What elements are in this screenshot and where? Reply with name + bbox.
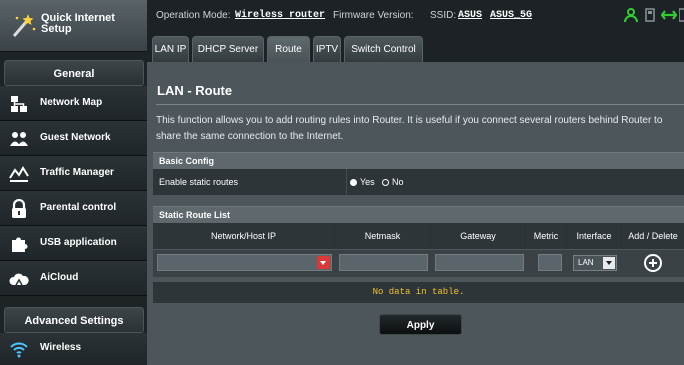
operation-mode-link[interactable]: Wireless router — [235, 10, 325, 21]
metric-input[interactable] — [538, 254, 562, 271]
sidebar-item-network-map[interactable]: Network Map — [0, 86, 147, 121]
gateway-input[interactable] — [435, 254, 524, 271]
sidebar-item-label: Guest Network — [40, 132, 111, 143]
static-route-list-header: Static Route List — [153, 206, 684, 223]
interface-select-value: LAN — [578, 258, 594, 267]
sidebar-item-label: USB application — [40, 237, 117, 248]
lock-icon — [12, 199, 26, 218]
sidebar-item-label: AiCloud — [40, 272, 79, 283]
netmask-input[interactable] — [339, 254, 428, 271]
magic-wand-icon — [12, 14, 36, 37]
interface-select[interactable]: LAN — [573, 255, 617, 271]
column-header-add-delete: Add / Delete — [628, 231, 678, 241]
sidebar-item-traffic-manager[interactable]: Traffic Manager — [0, 156, 147, 191]
column-divider — [346, 169, 347, 195]
tab-lan-ip[interactable]: LAN IP — [152, 36, 189, 62]
network-host-ip-select[interactable] — [157, 254, 332, 271]
wifi-icon — [10, 342, 28, 358]
status-icons — [624, 7, 684, 23]
traffic-manager-icon — [9, 166, 29, 182]
route-input-row: LAN — [153, 250, 684, 277]
sidebar-item-label: Traffic Manager — [40, 167, 114, 178]
sidebar-item-wireless[interactable]: Wireless — [0, 333, 147, 365]
dropdown-arrow-icon[interactable] — [317, 256, 330, 269]
sidebar-item-parental-control[interactable]: Parental control — [0, 191, 147, 226]
dropdown-arrow-icon — [603, 257, 615, 269]
operation-mode-label: Operation Mode: — [156, 10, 231, 21]
tab-route[interactable]: Route — [267, 36, 310, 62]
empty-table-message: No data in table. — [153, 282, 684, 303]
firmware-version-label: Firmware Version: — [333, 10, 414, 21]
sidebar-item-aicloud[interactable]: AiCloud — [0, 261, 147, 296]
quick-internet-setup-button[interactable]: Quick Internet Setup — [0, 0, 147, 52]
tab-iptv[interactable]: IPTV — [313, 36, 341, 62]
page-description: This function allows you to add routing … — [156, 115, 663, 142]
sidebar-item-usb-application[interactable]: USB application — [0, 226, 147, 261]
table-header-row: Network/Host IP Netmask Gateway Metric I… — [153, 223, 684, 249]
ssid-2g-link[interactable]: ASUS — [458, 10, 482, 21]
puzzle-icon — [12, 237, 28, 252]
radio-no[interactable]: No — [382, 177, 404, 187]
sidebar-item-label: Parental control — [40, 202, 117, 213]
enable-static-routes-row: Enable static routes Yes No — [153, 169, 684, 195]
sidebar: Quick Internet Setup General Network Map… — [0, 0, 147, 365]
tab-bar: LAN IP DHCP Server Route IPTV Switch Con… — [147, 34, 684, 62]
radio-yes[interactable]: Yes — [350, 177, 375, 187]
guest-network-icon — [10, 132, 28, 146]
column-header-gateway: Gateway — [431, 223, 526, 249]
title-divider — [156, 104, 684, 105]
content-panel: LAN - Route This function allows you to … — [147, 62, 684, 365]
notification-icon[interactable] — [678, 7, 684, 28]
status-bar: Operation Mode: Wireless router Firmware… — [147, 0, 684, 34]
sidebar-item-guest-network[interactable]: Guest Network — [0, 121, 147, 156]
tab-switch-control[interactable]: Switch Control — [344, 36, 423, 62]
usb-status-icon[interactable] — [644, 7, 656, 28]
quick-internet-setup-label: Quick Internet Setup — [41, 12, 115, 35]
column-header-network-ip: Network/Host IP — [153, 223, 335, 249]
ssid-label: SSID: — [430, 10, 457, 21]
add-route-button[interactable] — [644, 254, 662, 272]
radio-unchecked-icon — [382, 179, 389, 187]
sidebar-item-label: Wireless — [40, 342, 82, 353]
internet-status-icon[interactable] — [660, 7, 678, 28]
sidebar-item-label: Network Map — [40, 97, 103, 108]
page-title: LAN - Route — [157, 83, 233, 98]
apply-button[interactable]: Apply — [379, 314, 462, 335]
column-header-metric: Metric — [526, 223, 567, 249]
general-section-header: General — [4, 60, 144, 86]
network-map-icon — [11, 96, 27, 112]
radio-no-label: No — [392, 177, 404, 187]
radio-checked-icon — [350, 179, 357, 187]
ssid-5g-link[interactable]: ASUS_5G — [490, 10, 532, 21]
tab-dhcp-server[interactable]: DHCP Server — [192, 36, 264, 62]
user-status-icon[interactable] — [624, 7, 638, 28]
enable-static-routes-label: Enable static routes — [159, 177, 239, 187]
cloud-icon — [9, 273, 29, 286]
advanced-settings-section-header: Advanced Settings — [4, 307, 144, 333]
basic-config-header: Basic Config — [153, 152, 684, 169]
radio-yes-label: Yes — [360, 177, 375, 187]
column-header-netmask: Netmask — [335, 223, 431, 249]
column-header-interface: Interface — [567, 223, 622, 249]
